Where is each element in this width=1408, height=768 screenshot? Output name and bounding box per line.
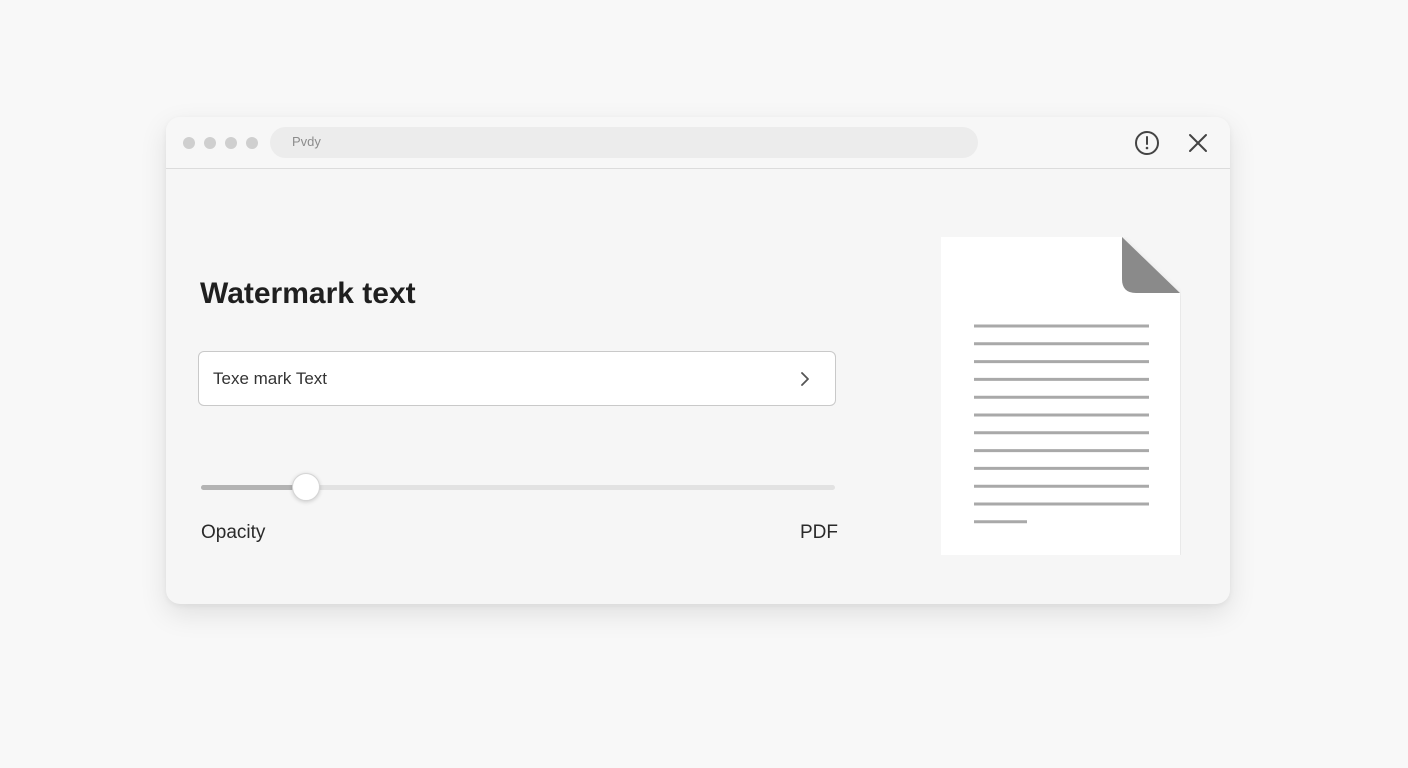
window-dot-1[interactable] — [183, 137, 195, 149]
page-title: Watermark text — [200, 277, 416, 310]
slider-thumb[interactable] — [292, 473, 320, 501]
document-preview — [941, 237, 1181, 555]
window-dot-3[interactable] — [225, 137, 237, 149]
opacity-slider[interactable] — [201, 473, 835, 503]
close-button[interactable] — [1185, 130, 1211, 156]
title-bar: Pvdy — [166, 117, 1230, 169]
watermark-text-input[interactable]: Texe mark Text — [198, 351, 836, 406]
window-dot-4[interactable] — [246, 137, 258, 149]
slider-fill — [201, 485, 306, 490]
document-icon — [941, 237, 1180, 555]
chevron-right-icon[interactable] — [797, 370, 813, 388]
address-bar[interactable]: Pvdy — [270, 127, 978, 158]
watermark-dialog-window: Pvdy Watermark text Texe mark Text Opaci… — [166, 117, 1230, 604]
close-icon — [1189, 134, 1207, 152]
page-fold — [1122, 237, 1180, 293]
format-label: PDF — [800, 522, 838, 543]
window-dot-2[interactable] — [204, 137, 216, 149]
info-button[interactable] — [1134, 130, 1160, 156]
address-text: Pvdy — [292, 134, 321, 149]
watermark-text-value[interactable]: Texe mark Text — [213, 369, 327, 389]
opacity-label: Opacity — [201, 522, 266, 543]
info-clock-icon — [1135, 131, 1159, 155]
